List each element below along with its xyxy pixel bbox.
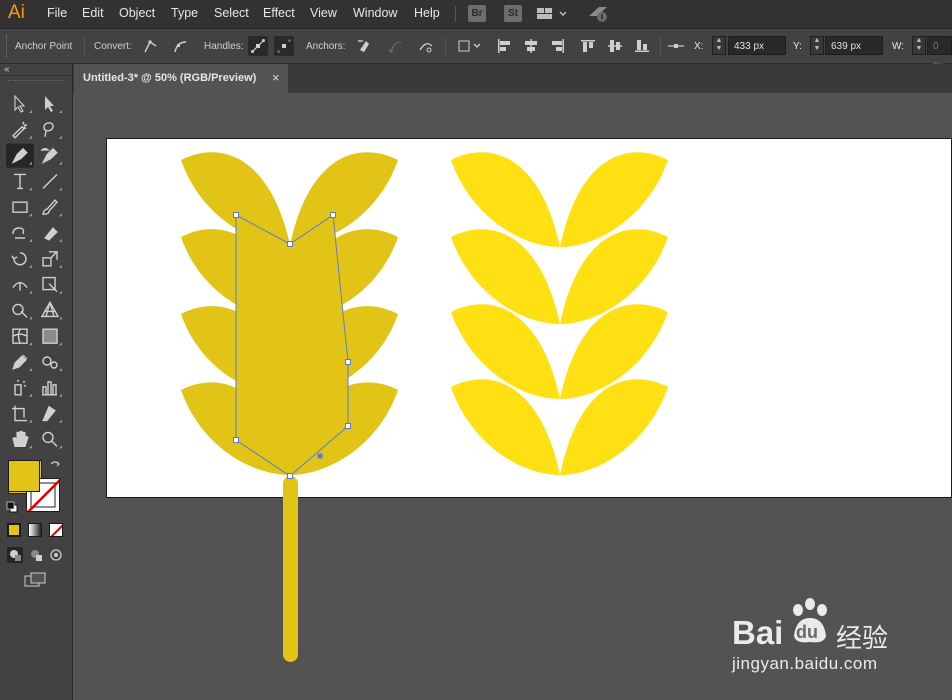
anchor-point[interactable] [287, 473, 293, 479]
anchor-point[interactable] [233, 437, 239, 443]
watermark-brand-du: du [796, 622, 818, 642]
wheat-ear-selected[interactable] [181, 152, 398, 479]
center-body-shape[interactable] [236, 215, 348, 476]
anchor-point[interactable] [345, 359, 351, 365]
anchor-point[interactable] [233, 212, 239, 218]
anchor-point[interactable] [287, 241, 293, 247]
selected-anchor-point[interactable] [317, 453, 323, 459]
baidu-jingyan-watermark: Bai du 经验 jingyan.baidu.com [730, 598, 930, 688]
watermark-cn: 经验 [836, 624, 889, 654]
anchor-point[interactable] [330, 212, 336, 218]
watermark-brand: Bai [732, 614, 784, 651]
watermark-url: jingyan.baidu.com [732, 654, 878, 673]
artwork-layer [181, 152, 668, 662]
wheat-ear[interactable] [451, 152, 668, 475]
wheat-stem[interactable] [283, 476, 298, 662]
anchor-point[interactable] [345, 423, 351, 429]
